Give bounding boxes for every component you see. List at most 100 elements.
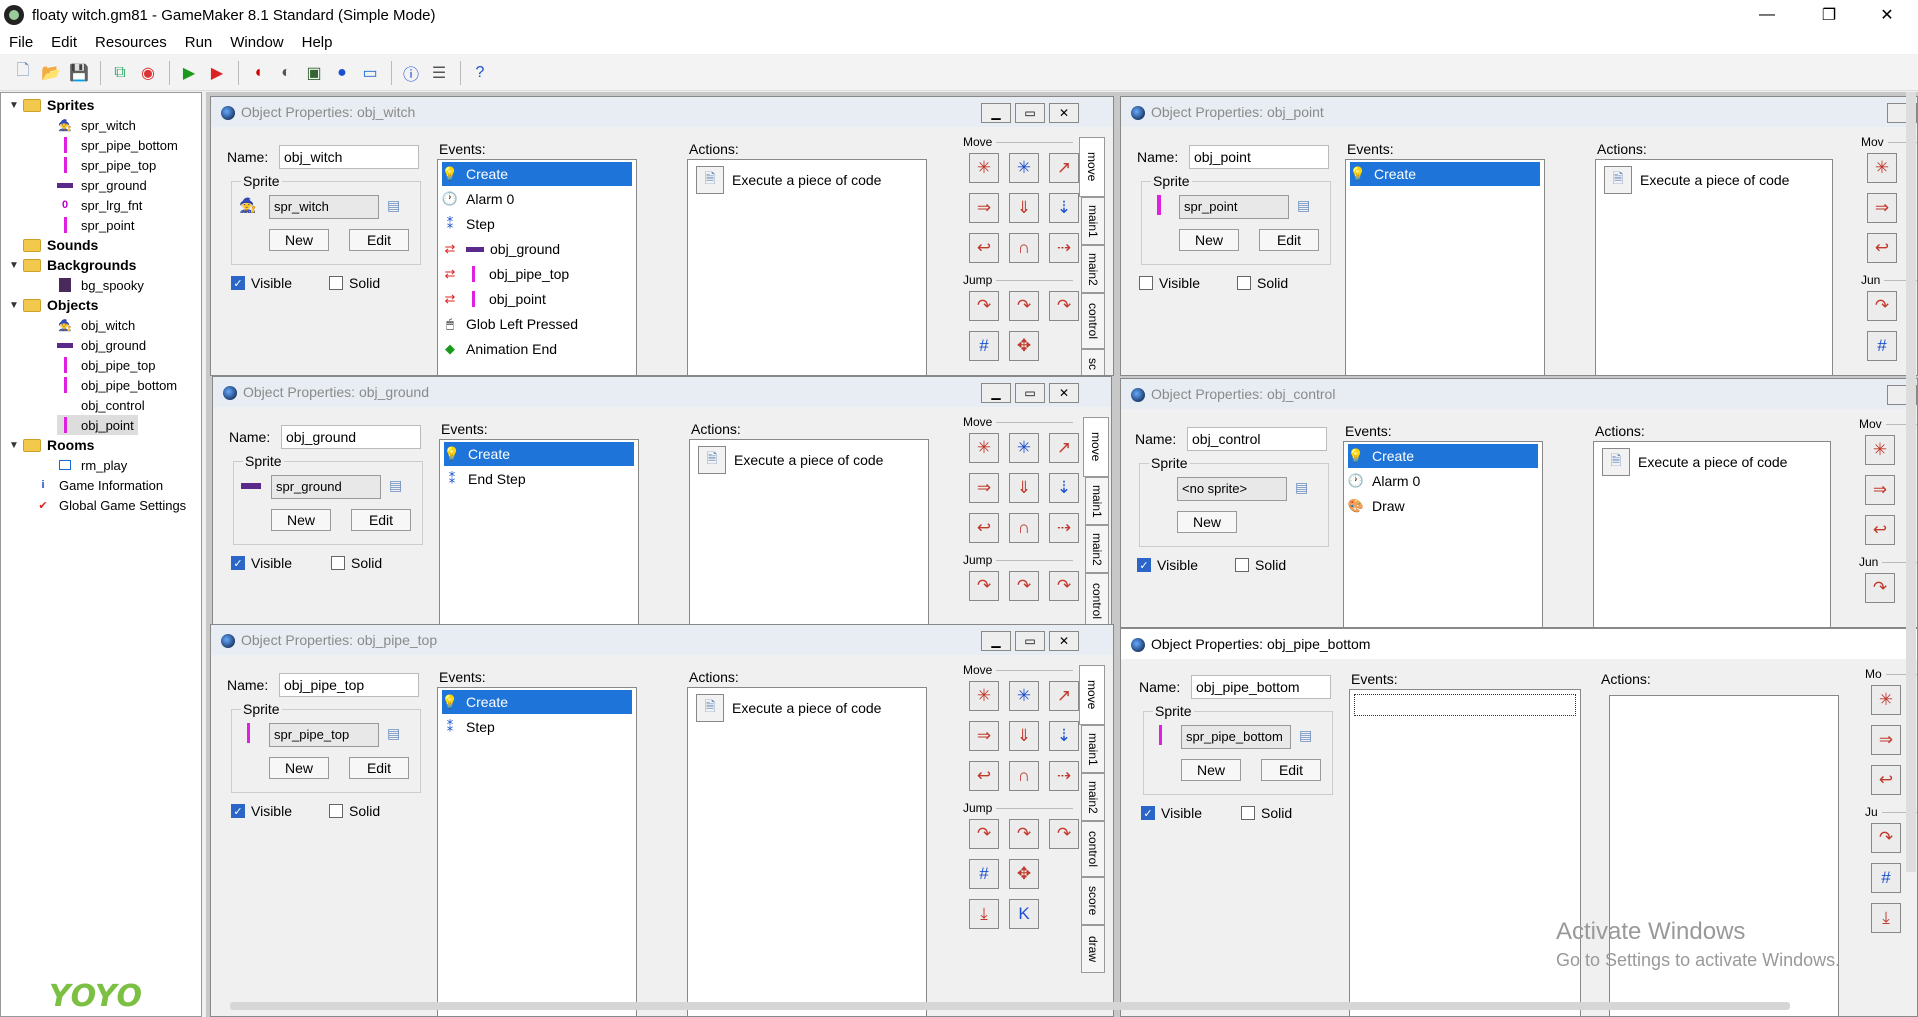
action-execute-code[interactable]: 🗎 Execute a piece of code	[1602, 448, 1787, 476]
tab-main2[interactable]: main2	[1085, 525, 1109, 573]
tree-item-global-settings[interactable]: ✔ Global Game Settings	[35, 495, 186, 515]
event-create[interactable]: 💡 Create	[442, 162, 632, 186]
reverse-vertical-icon[interactable]: ∩	[1009, 761, 1039, 791]
reverse-horizontal-icon[interactable]: ↩	[969, 233, 999, 263]
move-fixed-icon[interactable]: ✳	[1865, 435, 1895, 465]
edit-sprite-button[interactable]: Edit	[1259, 229, 1319, 251]
move-fixed-icon[interactable]: ✳	[969, 433, 999, 463]
reverse-vertical-icon[interactable]: ∩	[1009, 513, 1039, 543]
set-friction-icon[interactable]: ⇢	[1049, 233, 1079, 263]
speed-vertical-icon[interactable]: ⇓	[1009, 193, 1039, 223]
export-icon[interactable]: ⧉	[107, 60, 133, 86]
action-execute-code[interactable]: 🗎 Execute a piece of code	[1604, 166, 1789, 194]
tree-item-spr-pipe-top[interactable]: spr_pipe_top	[57, 155, 156, 175]
speed-horizontal-icon[interactable]: ⇒	[969, 473, 999, 503]
visible-checkbox[interactable]: ✓ Visible	[231, 555, 292, 571]
maximize-button[interactable]: ▭	[1015, 631, 1045, 651]
speed-horizontal-icon[interactable]: ⇒	[969, 193, 999, 223]
menu-window[interactable]: Window	[221, 34, 292, 51]
collapse-icon[interactable]: ▼	[9, 440, 19, 451]
new-sprite-button[interactable]: New	[271, 509, 331, 531]
close-button[interactable]: ✕	[1049, 383, 1079, 403]
edit-sprite-button[interactable]: Edit	[1261, 759, 1321, 781]
new-sprite-button[interactable]: New	[269, 757, 329, 779]
action-execute-code[interactable]: 🗎 Execute a piece of code	[696, 166, 881, 194]
speed-horizontal-icon[interactable]: ⇒	[1867, 193, 1897, 223]
jump-to-start-icon[interactable]: ↷	[1009, 571, 1039, 601]
event-alarm-0[interactable]: 🕐 Alarm 0	[442, 187, 632, 211]
solid-checkbox[interactable]: Solid	[1241, 805, 1292, 821]
move-fixed-icon[interactable]: ✳	[1867, 153, 1897, 183]
action-execute-code[interactable]: 🗎 Execute a piece of code	[696, 694, 881, 722]
set-friction-icon[interactable]: ⇢	[1049, 761, 1079, 791]
move-fixed-icon[interactable]: ✳	[969, 153, 999, 183]
tab-score[interactable]: score	[1081, 877, 1105, 925]
event-collision-obj-point[interactable]: ⇄ obj_point	[442, 287, 632, 311]
sprite-field[interactable]: spr_point	[1179, 195, 1289, 219]
event-animation-end[interactable]: ◆ Animation End	[442, 337, 632, 361]
speed-horizontal-icon[interactable]: ⇒	[1865, 475, 1895, 505]
run-icon[interactable]: ▶	[176, 60, 202, 86]
tab-move[interactable]: move	[1079, 665, 1105, 725]
actions-list[interactable]: 🗎 Execute a piece of code	[687, 687, 927, 1016]
reverse-horizontal-icon[interactable]: ↩	[1871, 765, 1901, 795]
minimize-button[interactable]: ▁	[981, 103, 1011, 123]
event-alarm-0[interactable]: 🕐 Alarm 0	[1348, 469, 1538, 493]
align-to-grid-icon[interactable]: #	[969, 331, 999, 361]
close-button[interactable]: ✕	[1049, 631, 1079, 651]
bounce-icon[interactable]: K	[1009, 899, 1039, 929]
set-gravity-icon[interactable]: ⇣	[1049, 473, 1079, 503]
reverse-horizontal-icon[interactable]: ↩	[1865, 515, 1895, 545]
visible-checkbox[interactable]: ✓ Visible	[1137, 557, 1198, 573]
set-gravity-icon[interactable]: ⇣	[1049, 721, 1079, 751]
jump-to-random-icon[interactable]: ↷	[1049, 571, 1079, 601]
new-sprite-button[interactable]: New	[1181, 759, 1241, 781]
actions-list[interactable]: 🗎 Execute a piece of code	[689, 439, 929, 625]
edit-sprite-button[interactable]: Edit	[349, 229, 409, 251]
solid-checkbox[interactable]: Solid	[1235, 557, 1286, 573]
workspace-horizontal-scrollbar[interactable]	[230, 1002, 1790, 1010]
jump-to-random-icon[interactable]: ↷	[1049, 291, 1079, 321]
reverse-horizontal-icon[interactable]: ↩	[969, 761, 999, 791]
event-create[interactable]: 💡 Create	[1350, 162, 1540, 186]
minimize-button[interactable]: —	[1744, 0, 1790, 30]
resource-tree[interactable]: ▼ Sprites 🧙 spr_witch spr_pipe_bottom spr_…	[0, 92, 202, 1017]
name-field[interactable]	[281, 425, 421, 449]
move-fixed-icon[interactable]: ✳	[969, 681, 999, 711]
tree-folder-rooms[interactable]: ▼ Rooms	[9, 435, 94, 455]
speed-horizontal-icon[interactable]: ⇒	[1871, 725, 1901, 755]
move-towards-icon[interactable]: ↗	[1049, 681, 1079, 711]
set-friction-icon[interactable]: ⇢	[1049, 513, 1079, 543]
game-settings-icon[interactable]: ☰	[426, 60, 452, 86]
menu-file[interactable]: File	[0, 34, 42, 51]
tree-item-game-information[interactable]: i Game Information	[35, 475, 163, 495]
create-sprite-icon[interactable]: ◖	[245, 60, 271, 86]
new-sprite-button[interactable]: New	[269, 229, 329, 251]
actions-list[interactable]: 🗎 Execute a piece of code	[1593, 441, 1831, 627]
align-to-grid-icon[interactable]: #	[1867, 331, 1897, 361]
debug-run-icon[interactable]: ▶	[204, 60, 230, 86]
move-free-icon[interactable]: ✳	[1009, 153, 1039, 183]
name-field[interactable]	[279, 145, 419, 169]
tab-move[interactable]: move	[1083, 417, 1109, 477]
create-background-icon[interactable]: ▣	[301, 60, 327, 86]
tab-main1[interactable]: main1	[1085, 477, 1109, 525]
tab-score[interactable]: sc	[1081, 349, 1105, 375]
events-list[interactable]: 💡 Create	[1345, 159, 1545, 375]
visible-checkbox[interactable]: ✓ Visible	[231, 803, 292, 819]
reverse-horizontal-icon[interactable]: ↩	[1867, 233, 1897, 263]
collapse-icon[interactable]: ▼	[9, 300, 19, 311]
sprite-menu-icon[interactable]: ▤	[387, 197, 400, 214]
speed-vertical-icon[interactable]: ⇓	[1009, 721, 1039, 751]
events-list[interactable]: 💡 Create 🕐 Alarm 0 ⁑ Step ⇄ obj_ground ⇄ obj_…	[437, 159, 637, 375]
create-object-icon[interactable]: ●	[329, 60, 355, 86]
events-list[interactable]: 💡 Create ⁑ End Step	[439, 439, 639, 625]
save-icon[interactable]: 💾	[66, 60, 92, 86]
sprite-field[interactable]: spr_ground	[271, 475, 381, 499]
visible-checkbox[interactable]: ✓ Visible	[1141, 805, 1202, 821]
wrap-screen-icon[interactable]: ✥	[1009, 331, 1039, 361]
tree-item-obj-pipe-top[interactable]: obj_pipe_top	[57, 355, 155, 375]
solid-checkbox[interactable]: Solid	[331, 555, 382, 571]
jump-to-position-icon[interactable]: ↷	[1865, 573, 1895, 603]
tab-main1[interactable]: main1	[1081, 197, 1105, 245]
